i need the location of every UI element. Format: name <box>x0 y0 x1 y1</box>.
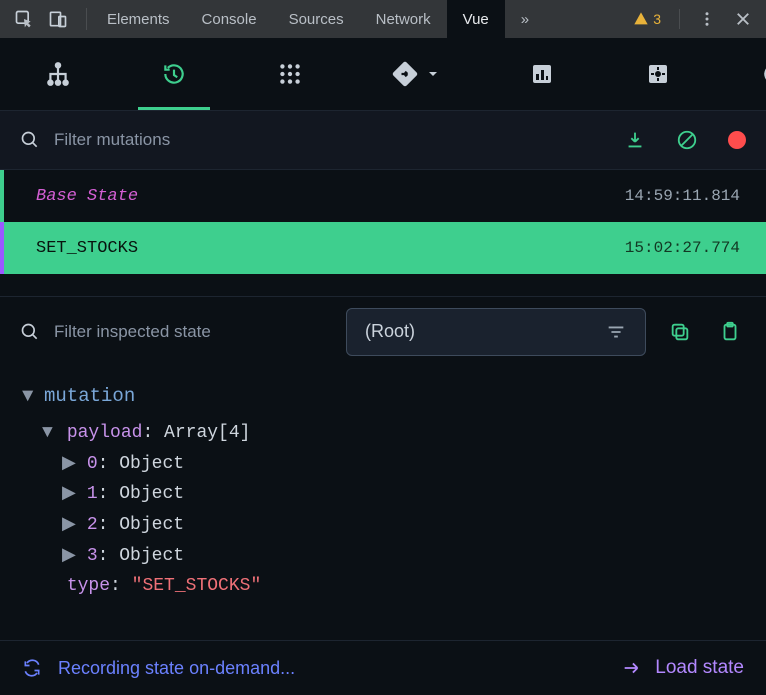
inspector-toolbar: (Root) <box>0 296 766 366</box>
arrow-right-icon <box>621 657 643 679</box>
tree-value: "SET_STOCKS" <box>132 576 262 596</box>
vuex-tab-icon[interactable] <box>138 38 210 110</box>
copy-state-button[interactable] <box>664 316 696 348</box>
devtools-tabstrip: Elements Console Sources Network Vue » 3 <box>0 0 766 38</box>
base-state-time: 14:59:11.814 <box>625 187 740 205</box>
filter-list-icon <box>605 321 627 343</box>
load-state-button[interactable]: Load state <box>621 657 744 679</box>
clipboard-icon <box>719 321 741 343</box>
disclosure-closed-icon: ▶ <box>62 479 76 510</box>
download-icon[interactable] <box>624 129 646 151</box>
gear-box-icon <box>646 62 670 86</box>
base-state-label: Base State <box>36 187 138 206</box>
tree-value: Object <box>119 484 184 504</box>
vue-devtools-toolbar <box>0 38 766 110</box>
tab-sources[interactable]: Sources <box>273 0 360 38</box>
tab-overflow[interactable]: » <box>505 0 545 38</box>
disclosure-open-icon: ▼ <box>42 418 56 449</box>
search-icon <box>20 130 40 150</box>
refresh-icon <box>761 61 766 87</box>
import-state-button[interactable] <box>714 316 746 348</box>
performance-tab-icon[interactable] <box>506 38 578 110</box>
kebab-menu-icon[interactable] <box>698 10 716 28</box>
footer-bar: Recording state on-demand... Load state <box>0 640 766 695</box>
disclosure-open-icon: ▼ <box>22 380 36 412</box>
refresh-button[interactable] <box>738 38 766 110</box>
tree-value: Object <box>119 546 184 566</box>
warning-icon <box>633 11 649 27</box>
inspect-element-icon[interactable] <box>14 9 34 29</box>
copy-icon <box>669 321 691 343</box>
clear-icon[interactable] <box>676 129 698 151</box>
tab-vue[interactable]: Vue <box>447 0 505 38</box>
warning-count-chip[interactable]: 3 <box>633 11 661 27</box>
section-title: mutation <box>44 380 135 412</box>
chevron-down-icon <box>425 66 441 82</box>
tree-icon <box>45 61 71 87</box>
tree-key: payload <box>67 423 143 443</box>
disclosure-closed-icon: ▶ <box>62 510 76 541</box>
tree-key: 1 <box>87 484 98 504</box>
state-tree: ▼ mutation ▼ payload: Array[4] ▶ 0: Obje… <box>0 366 766 610</box>
tree-value: Object <box>119 515 184 535</box>
tab-network[interactable]: Network <box>360 0 447 38</box>
directions-icon <box>391 60 419 88</box>
sync-icon[interactable] <box>22 658 42 678</box>
search-icon <box>20 322 40 342</box>
tree-row-payload[interactable]: ▼ payload: Array[4] <box>22 418 750 449</box>
filter-state-input[interactable] <box>54 322 275 342</box>
recording-status-text: Recording state on-demand... <box>58 658 295 679</box>
mutations-filter-bar <box>0 110 766 170</box>
mutation-log: Base State 14:59:11.814 SET_STOCKS 15:02… <box>0 170 766 274</box>
tab-elements[interactable]: Elements <box>91 0 186 38</box>
close-icon[interactable] <box>734 10 752 28</box>
tree-row-item[interactable]: ▶ 2: Object <box>22 510 750 541</box>
bar-chart-icon <box>530 62 554 86</box>
tree-key: type <box>67 576 110 596</box>
events-tab-icon[interactable] <box>254 38 326 110</box>
device-toolbar-icon[interactable] <box>48 9 68 29</box>
tree-section-mutation[interactable]: ▼ mutation <box>22 380 750 412</box>
tree-row-item[interactable]: ▶ 1: Object <box>22 479 750 510</box>
routing-tab-icon[interactable] <box>370 38 462 110</box>
mutation-time: 15:02:27.774 <box>625 239 740 257</box>
disclosure-closed-icon: ▶ <box>62 449 76 480</box>
filter-mutations-input[interactable] <box>54 130 275 150</box>
log-mutation-row[interactable]: SET_STOCKS 15:02:27.774 <box>0 222 766 274</box>
tree-value: Object <box>119 454 184 474</box>
tab-console[interactable]: Console <box>186 0 273 38</box>
tree-value: Array[4] <box>164 423 250 443</box>
log-base-state-row[interactable]: Base State 14:59:11.814 <box>0 170 766 222</box>
tree-row-item[interactable]: ▶ 0: Object <box>22 449 750 480</box>
grid-dots-icon <box>277 61 303 87</box>
module-scope-select[interactable]: (Root) <box>346 308 646 356</box>
tree-key: 2 <box>87 515 98 535</box>
scope-label: (Root) <box>365 321 415 342</box>
history-icon <box>161 61 187 87</box>
components-tab-icon[interactable] <box>22 38 94 110</box>
record-toggle-icon[interactable] <box>728 131 746 149</box>
tree-key: 3 <box>87 546 98 566</box>
tree-row-item[interactable]: ▶ 3: Object <box>22 541 750 572</box>
mutation-name: SET_STOCKS <box>36 239 138 258</box>
tree-key: 0 <box>87 454 98 474</box>
load-state-label: Load state <box>655 657 744 679</box>
warning-count: 3 <box>653 11 661 27</box>
disclosure-closed-icon: ▶ <box>62 541 76 572</box>
settings-tab-icon[interactable] <box>622 38 694 110</box>
tree-row-type[interactable]: ▶ type: "SET_STOCKS" <box>22 571 750 602</box>
